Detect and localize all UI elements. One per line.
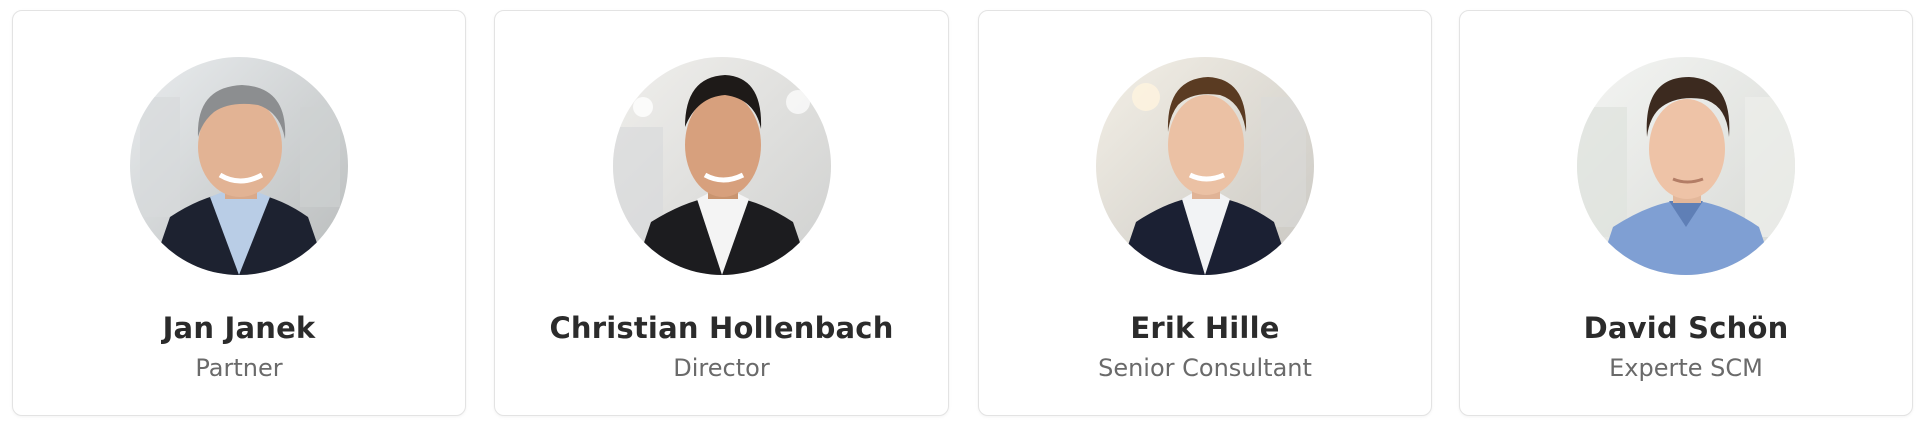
member-name: Jan Janek <box>162 311 316 345</box>
team-card[interactable]: Jan Janek Partner <box>12 10 466 416</box>
team-card[interactable]: Erik Hille Senior Consultant <box>978 10 1432 416</box>
member-name: David Schön <box>1583 311 1789 345</box>
member-role: Experte SCM <box>1609 354 1763 382</box>
portrait-photo <box>1577 57 1795 275</box>
team-card[interactable]: Christian Hollenbach Director <box>494 10 949 416</box>
portrait-photo <box>130 57 348 275</box>
portrait-photo <box>1096 57 1314 275</box>
member-name: Christian Hollenbach <box>549 311 894 345</box>
team-grid: Jan Janek Partner Christian Hollenbach D… <box>0 0 1920 431</box>
team-card[interactable]: David Schön Experte SCM <box>1459 10 1913 416</box>
member-name: Erik Hille <box>1130 311 1280 345</box>
member-role: Director <box>673 354 770 382</box>
member-role: Partner <box>195 354 283 382</box>
portrait-photo <box>612 57 831 275</box>
member-role: Senior Consultant <box>1098 354 1312 382</box>
